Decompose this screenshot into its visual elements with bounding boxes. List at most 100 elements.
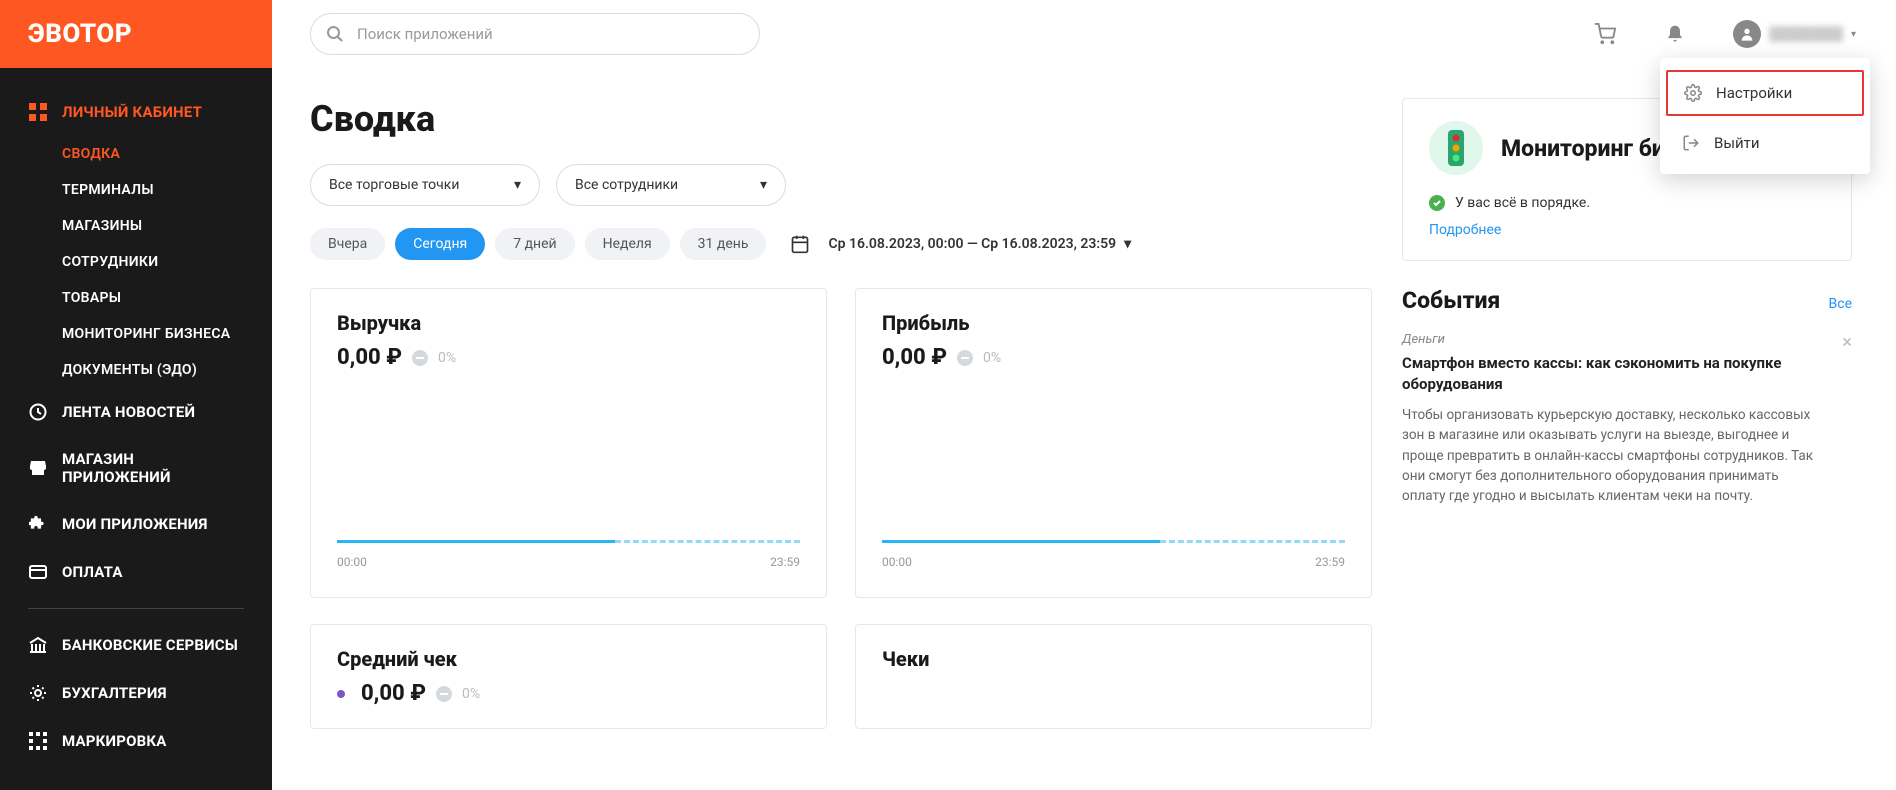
user-chip[interactable]: ████████ ▾ — [1733, 20, 1856, 48]
sidebar-item-news[interactable]: ЛЕНТА НОВОСТЕЙ — [0, 388, 272, 436]
left-column: Сводка Все торговые точки ▾ Все сотрудни… — [310, 84, 1372, 790]
caret-down-icon: ▾ — [1851, 29, 1856, 40]
brand-logo: ЭВОТОР — [28, 19, 132, 49]
card-title: Выручка — [337, 311, 800, 335]
card-icon — [28, 562, 48, 582]
sidebar-subnav: СВОДКА ТЕРМИНАЛЫ МАГАЗИНЫ СОТРУДНИКИ ТОВ… — [0, 136, 272, 388]
sidebar-nav: ЛИЧНЫЙ КАБИНЕТ СВОДКА ТЕРМИНАЛЫ МАГАЗИНЫ… — [0, 68, 272, 785]
events-all-link[interactable]: Все — [1829, 296, 1852, 312]
main: ████████ ▾ Настройки Выйти Сводка — [272, 0, 1896, 790]
logout-icon — [1682, 134, 1700, 152]
sidebar-divider — [28, 608, 244, 609]
card-value-row: 0,00 ₽ 0% — [337, 681, 800, 706]
monitoring-more-link[interactable]: Подробнее — [1429, 222, 1501, 238]
store-icon — [28, 458, 48, 478]
topbar: ████████ ▾ — [272, 0, 1896, 68]
card-avg-check: Средний чек 0,00 ₽ 0% — [310, 624, 827, 729]
date-range[interactable]: Ср 16.08.2023, 00:00 — Ср 16.08.2023, 23… — [828, 236, 1131, 252]
logo-bar[interactable]: ЭВОТОР — [0, 0, 272, 68]
bank-icon — [28, 635, 48, 655]
news-category: Деньги — [1402, 332, 1822, 347]
chevron-down-icon: ▾ — [760, 177, 767, 193]
sidebar-sub-summary[interactable]: СВОДКА — [62, 136, 272, 172]
staff-select-label: Все сотрудники — [575, 177, 678, 193]
puzzle-icon — [28, 514, 48, 534]
chart-area: 00:00 23:59 — [882, 370, 1345, 575]
card-title: Средний чек — [337, 647, 800, 671]
cards-row-2: Средний чек 0,00 ₽ 0% Чеки — [310, 624, 1372, 729]
period-week[interactable]: Неделя — [585, 228, 670, 260]
news-title[interactable]: Смартфон вместо кассы: как сэкономить на… — [1402, 353, 1822, 395]
cards-row-1: Выручка 0,00 ₽ 0% 00:00 — [310, 288, 1372, 598]
sidebar-sub-docs[interactable]: ДОКУМЕНТЫ (ЭДО) — [62, 352, 272, 388]
card-value: 0,00 ₽ — [882, 345, 947, 370]
user-name: ████████ — [1769, 26, 1843, 42]
sidebar-item-label: МАГАЗИН ПРИЛОЖЕНИЙ — [62, 450, 244, 486]
sidebar-sub-goods[interactable]: ТОВАРЫ — [62, 280, 272, 316]
search-wrap — [310, 13, 760, 55]
sidebar-item-appstore[interactable]: МАГАЗИН ПРИЛОЖЕНИЙ — [0, 436, 272, 500]
calendar-icon[interactable] — [790, 234, 810, 254]
sidebar-item-accounting[interactable]: БУХГАЛТЕРИЯ — [0, 669, 272, 717]
qr-icon — [28, 731, 48, 751]
sidebar-item-label: ЛЕНТА НОВОСТЕЙ — [62, 403, 195, 421]
period-31d[interactable]: 31 день — [680, 228, 767, 260]
menu-item-logout[interactable]: Выйти — [1660, 120, 1870, 166]
card-revenue: Выручка 0,00 ₽ 0% 00:00 — [310, 288, 827, 598]
chart-line — [882, 540, 1345, 543]
right-column: Мониторинг бизнеса У вас всё в порядке. … — [1402, 84, 1852, 790]
sidebar-item-label: МОИ ПРИЛОЖЕНИЯ — [62, 515, 208, 533]
period-7d[interactable]: 7 дней — [495, 228, 574, 260]
series-dot-icon — [337, 690, 345, 698]
chevron-down-icon: ▾ — [514, 177, 521, 193]
card-title: Чеки — [882, 647, 1345, 671]
stores-select[interactable]: Все торговые точки ▾ — [310, 164, 540, 206]
status-row: У вас всё в порядке. — [1429, 195, 1825, 211]
sidebar-item-payment[interactable]: ОПЛАТА — [0, 548, 272, 596]
card-value: 0,00 ₽ — [361, 681, 426, 706]
page-title: Сводка — [310, 98, 1372, 140]
grid-icon — [28, 102, 48, 122]
chevron-down-icon: ▾ — [1124, 236, 1131, 252]
document-icon — [28, 683, 48, 703]
content: Сводка Все торговые точки ▾ Все сотрудни… — [272, 68, 1896, 790]
stores-select-label: Все торговые точки — [329, 177, 459, 193]
neutral-badge-icon — [436, 686, 452, 702]
menu-item-settings[interactable]: Настройки — [1666, 70, 1864, 116]
avatar-icon — [1733, 20, 1761, 48]
t0: 00:00 — [337, 555, 367, 569]
sidebar-sub-staff[interactable]: СОТРУДНИКИ — [62, 244, 272, 280]
sidebar-item-dashboard[interactable]: ЛИЧНЫЙ КАБИНЕТ — [0, 88, 272, 136]
neutral-badge-icon — [957, 350, 973, 366]
card-title: Прибыль — [882, 311, 1345, 335]
sidebar-sub-terminals[interactable]: ТЕРМИНАЛЫ — [62, 172, 272, 208]
sidebar-item-marking[interactable]: МАРКИРОВКА — [0, 717, 272, 765]
status-text: У вас всё в порядке. — [1455, 195, 1590, 211]
card-pct: 0% — [438, 350, 456, 366]
card-profit: Прибыль 0,00 ₽ 0% 00:00 — [855, 288, 1372, 598]
sidebar-sub-stores[interactable]: МАГАЗИНЫ — [62, 208, 272, 244]
bell-icon[interactable] — [1663, 22, 1687, 46]
period-yesterday[interactable]: Вчера — [310, 228, 385, 260]
card-value-row: 0,00 ₽ 0% — [882, 345, 1345, 370]
t1: 23:59 — [770, 555, 800, 569]
close-icon[interactable]: × — [1842, 332, 1852, 353]
sidebar-item-bank[interactable]: БАНКОВСКИЕ СЕРВИСЫ — [0, 621, 272, 669]
t0: 00:00 — [882, 555, 912, 569]
search-input[interactable] — [310, 13, 760, 55]
menu-item-label: Выйти — [1714, 134, 1760, 152]
date-range-text: Ср 16.08.2023, 00:00 — Ср 16.08.2023, 23… — [828, 236, 1116, 252]
cart-icon[interactable] — [1593, 22, 1617, 46]
period-today[interactable]: Сегодня — [395, 228, 485, 260]
menu-item-label: Настройки — [1716, 84, 1792, 102]
sidebar-item-label: БАНКОВСКИЕ СЕРВИСЫ — [62, 636, 238, 654]
card-value-row: 0,00 ₽ 0% — [337, 345, 800, 370]
chart-line — [337, 540, 800, 543]
sidebar-item-myapps[interactable]: МОИ ПРИЛОЖЕНИЯ — [0, 500, 272, 548]
clock-icon — [28, 402, 48, 422]
sidebar-sub-monitoring[interactable]: МОНИТОРИНГ БИЗНЕСА — [62, 316, 272, 352]
staff-select[interactable]: Все сотрудники ▾ — [556, 164, 786, 206]
gear-icon — [1684, 84, 1702, 102]
card-pct: 0% — [462, 686, 480, 702]
news-item: × Деньги Смартфон вместо кассы: как сэко… — [1402, 332, 1852, 506]
